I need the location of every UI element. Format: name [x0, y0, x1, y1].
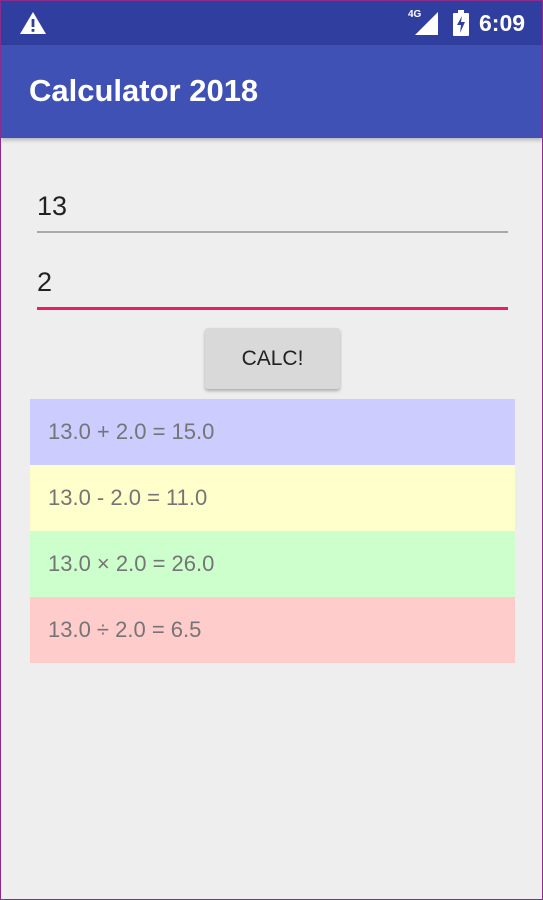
calc-button[interactable]: CALC! — [205, 328, 340, 389]
second-number-input[interactable] — [37, 257, 508, 310]
clock-time: 6:09 — [479, 10, 526, 36]
app-toolbar: Calculator 2018 — [1, 45, 542, 138]
app-title: Calculator 2018 — [29, 73, 259, 108]
result-row-addition: 13.0 + 2.0 = 15.0 — [30, 399, 515, 465]
app-screen: 4G 6:09 Calculator 2018 CALC! 13.0 + 2.0… — [0, 0, 543, 900]
result-row-division: 13.0 ÷ 2.0 = 6.5 — [30, 597, 515, 663]
results-list: 13.0 + 2.0 = 15.0 13.0 - 2.0 = 11.0 13.0… — [30, 399, 515, 663]
result-row-subtraction: 13.0 - 2.0 = 11.0 — [30, 465, 515, 531]
status-bar: 4G 6:09 — [1, 1, 542, 45]
warning-icon — [20, 12, 46, 34]
battery-charging-icon — [453, 10, 469, 36]
signal-icon — [415, 12, 438, 35]
first-number-input[interactable] — [37, 181, 508, 233]
result-row-multiplication: 13.0 × 2.0 = 26.0 — [30, 531, 515, 597]
